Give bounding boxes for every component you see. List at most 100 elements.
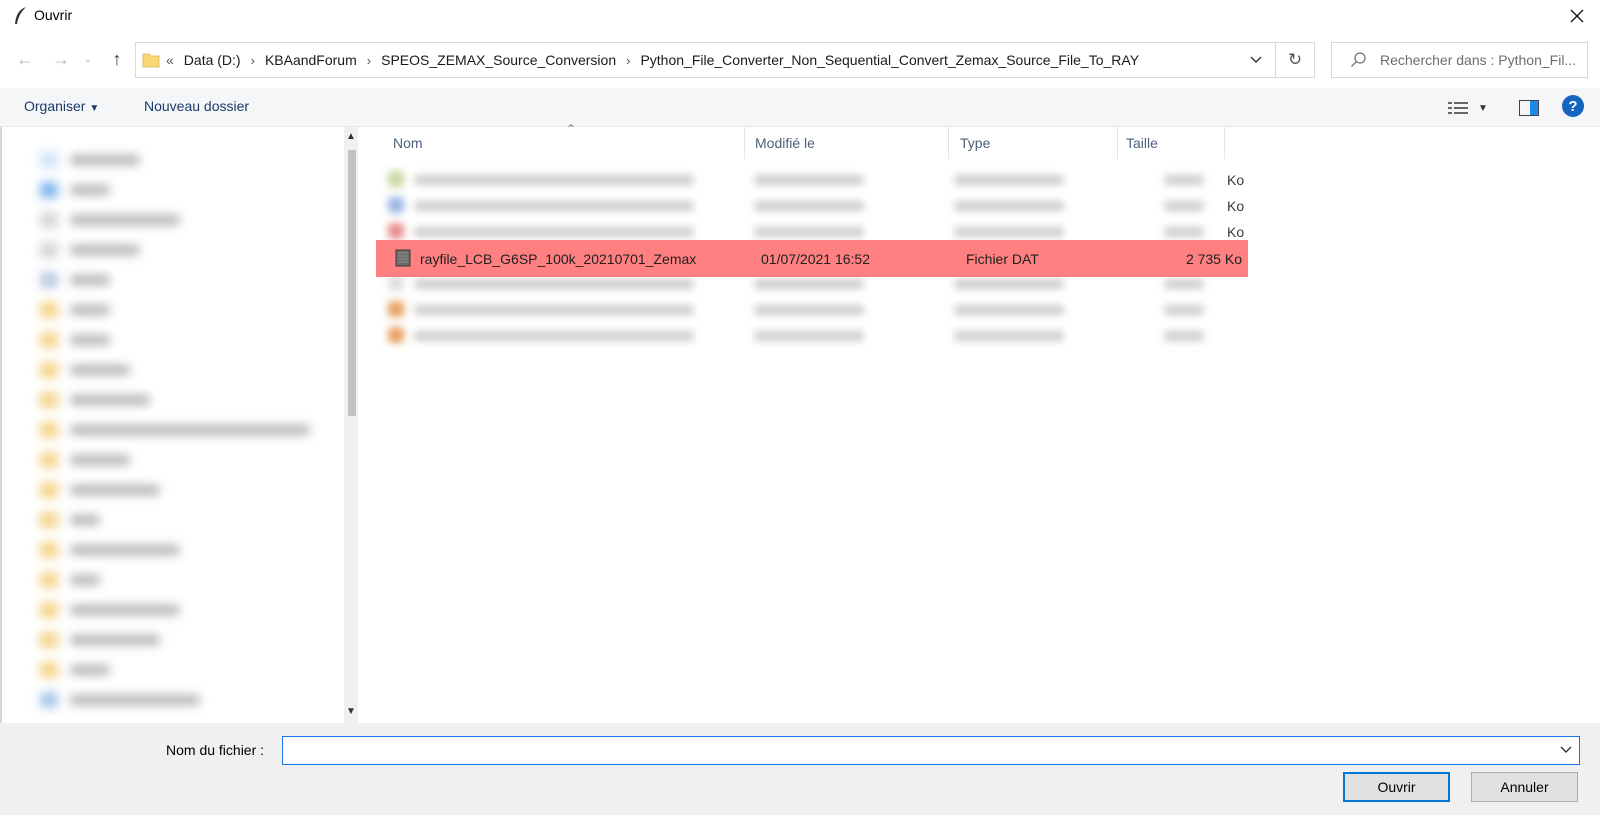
chevron-right-icon[interactable]: ›	[367, 53, 371, 68]
size-unit: Ko	[1227, 198, 1245, 214]
column-header-size[interactable]: Taille	[1126, 127, 1158, 159]
nav-item-placeholder	[70, 515, 100, 525]
back-button[interactable]: ←	[12, 47, 38, 71]
folder-icon	[40, 152, 58, 168]
nav-tree-item[interactable]	[40, 272, 110, 288]
cell-placeholder	[414, 175, 694, 185]
open-button[interactable]: Ouvrir	[1343, 772, 1450, 802]
folder-icon	[40, 422, 58, 438]
folder-icon	[40, 212, 58, 228]
cell-placeholder	[954, 227, 1064, 237]
nav-item-placeholder	[70, 185, 110, 195]
nav-tree-item[interactable]	[40, 362, 130, 378]
cancel-button[interactable]: Annuler	[1471, 772, 1578, 802]
table-row[interactable]	[374, 325, 1224, 345]
breadcrumb-kbaandforum[interactable]: KBAandForum	[265, 52, 357, 68]
navigation-tree-blurred	[0, 127, 340, 723]
nav-item-placeholder	[70, 455, 130, 465]
address-dropdown-button[interactable]	[1240, 42, 1272, 78]
refresh-button[interactable]: ↻	[1275, 42, 1315, 78]
cell-placeholder	[388, 223, 404, 239]
column-header-modified[interactable]: Modifié le	[755, 127, 815, 159]
cell-placeholder	[754, 305, 864, 315]
details-view-icon	[1448, 102, 1468, 114]
filename-input[interactable]	[287, 737, 1551, 764]
nav-tree-item[interactable]	[40, 332, 110, 348]
nav-tree-item[interactable]	[40, 482, 160, 498]
chevron-down-icon[interactable]	[1559, 743, 1573, 757]
organise-button[interactable]: Organiser ▼	[24, 98, 99, 114]
table-row[interactable]	[374, 169, 1224, 189]
nav-tree-item[interactable]	[40, 212, 180, 228]
folder-icon	[40, 482, 58, 498]
view-options-button[interactable]: ▼	[1448, 98, 1488, 118]
folder-icon	[40, 662, 58, 678]
navigation-pane[interactable]	[0, 127, 358, 723]
column-header-type[interactable]: Type	[960, 127, 990, 159]
column-header-name[interactable]: Nom	[393, 127, 423, 159]
arrow-up-icon: ↑	[112, 48, 122, 69]
breadcrumb-drive[interactable]: Data (D:)	[184, 52, 241, 68]
folder-icon	[40, 632, 58, 648]
file-icon	[395, 249, 411, 267]
scroll-up-arrow[interactable]: ▲	[344, 128, 358, 144]
nav-tree-item[interactable]	[40, 662, 110, 678]
command-bar: Organiser ▼ Nouveau dossier ▼ ?	[0, 88, 1600, 127]
breadcrumb-speos-zemax[interactable]: SPEOS_ZEMAX_Source_Conversion	[381, 52, 616, 68]
nav-tree-item[interactable]	[40, 302, 110, 318]
nav-tree-item[interactable]	[40, 392, 150, 408]
caret-down-icon: ▼	[1478, 102, 1488, 114]
help-button[interactable]: ?	[1562, 95, 1584, 117]
table-row[interactable]	[374, 299, 1224, 319]
nav-tree-item[interactable]	[40, 152, 140, 168]
nav-item-placeholder	[70, 245, 140, 255]
column-divider[interactable]	[744, 127, 745, 159]
column-divider[interactable]	[948, 127, 949, 159]
nav-tree-item[interactable]	[40, 542, 180, 558]
cell-placeholder	[388, 301, 404, 317]
column-divider[interactable]	[1224, 127, 1225, 159]
up-button[interactable]: ↑	[104, 47, 130, 71]
nav-tree-item[interactable]	[40, 602, 180, 618]
table-row-selected[interactable]: rayfile_LCB_G6SP_100k_20210701_Zemax 01/…	[376, 240, 1248, 277]
caret-down-icon: ▼	[89, 103, 100, 114]
breadcrumb-current-folder[interactable]: Python_File_Converter_Non_Sequential_Con…	[640, 52, 1139, 68]
filename-field[interactable]	[282, 736, 1580, 765]
nav-tree-item[interactable]	[40, 242, 140, 258]
nav-item-placeholder	[70, 335, 110, 345]
nav-tree-item[interactable]	[40, 632, 160, 648]
column-divider[interactable]	[1117, 127, 1118, 159]
cell-placeholder	[954, 305, 1064, 315]
nav-tree-item[interactable]	[40, 692, 200, 708]
file-size: 2 735 Ko	[1185, 251, 1242, 267]
close-button[interactable]	[1554, 0, 1600, 32]
title-bar: Ouvrir	[0, 0, 1600, 32]
size-unit: Ko	[1227, 224, 1245, 240]
forward-button[interactable]: →	[48, 47, 74, 71]
nav-tree-item[interactable]	[40, 512, 100, 528]
arrow-right-icon: →	[52, 48, 70, 69]
chevron-right-icon[interactable]: ›	[626, 53, 630, 68]
new-folder-button[interactable]: Nouveau dossier	[144, 98, 249, 114]
nav-tree-item[interactable]	[40, 422, 310, 438]
chevron-right-icon[interactable]: ›	[251, 53, 255, 68]
breadcrumb-overflow[interactable]: «	[166, 52, 174, 68]
scroll-down-arrow[interactable]: ▼	[344, 703, 358, 719]
nav-tree-item[interactable]	[40, 572, 100, 588]
preview-pane-icon	[1519, 100, 1539, 116]
nav-item-placeholder	[70, 635, 160, 645]
address-bar[interactable]: « Data (D:) › KBAandForum › SPEOS_ZEMAX_…	[135, 42, 1315, 78]
preview-pane-button[interactable]	[1516, 97, 1542, 119]
folder-icon	[40, 362, 58, 378]
recent-locations-button[interactable]: ⌄	[80, 47, 96, 71]
nav-tree-item[interactable]	[40, 452, 130, 468]
nav-tree-item[interactable]	[40, 182, 110, 198]
table-row[interactable]	[374, 221, 1224, 241]
cell-placeholder	[754, 201, 864, 211]
scrollbar-thumb[interactable]	[348, 150, 356, 416]
table-row[interactable]	[374, 195, 1224, 215]
cell-placeholder	[954, 175, 1064, 185]
nav-item-placeholder	[70, 575, 100, 585]
search-input[interactable]: Rechercher dans : Python_Fil...	[1331, 42, 1588, 78]
cell-placeholder	[954, 201, 1064, 211]
